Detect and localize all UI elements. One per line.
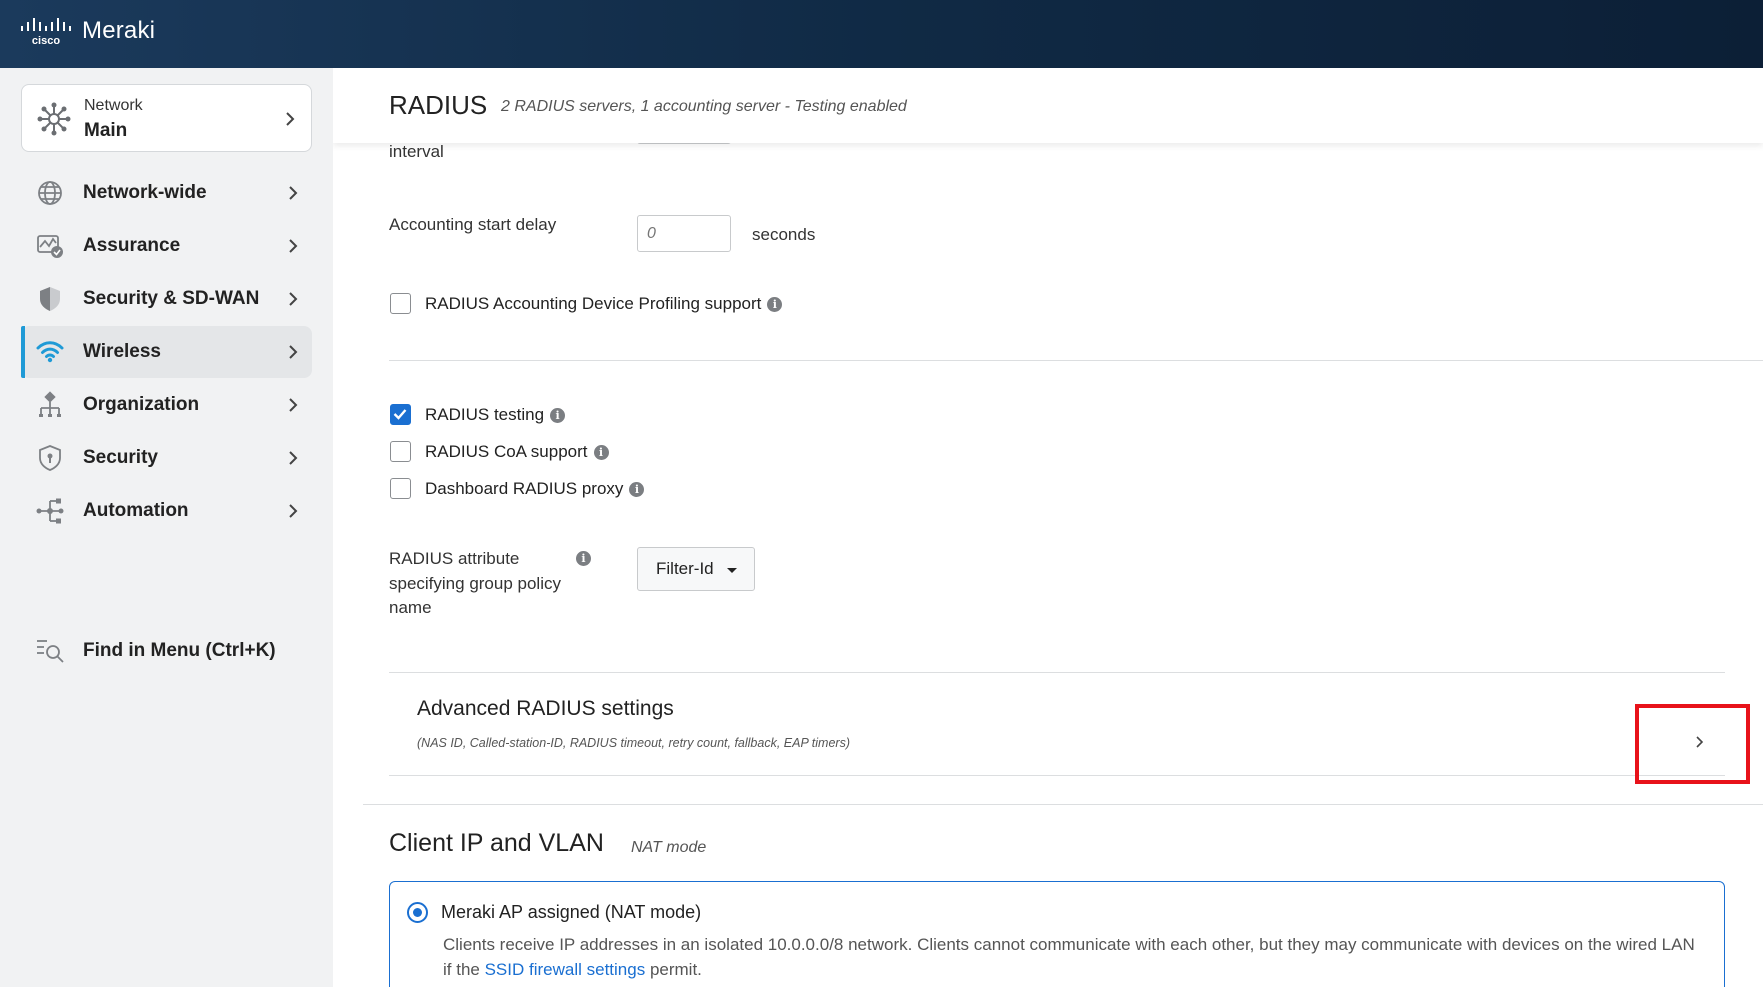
- sidebar-item-security[interactable]: Security: [21, 432, 312, 484]
- chevron-right-icon: [286, 398, 300, 412]
- nat-mode-title: Meraki AP assigned (NAT mode): [441, 902, 702, 922]
- chevron-right-icon: [286, 345, 300, 359]
- caret-down-icon: [727, 568, 737, 573]
- section-divider: [363, 804, 1763, 805]
- radius-proxy-label: Dashboard RADIUS proxy i: [425, 479, 645, 499]
- organization-icon: [35, 391, 65, 419]
- advanced-radius-subtitle: (NAS ID, Called-station-ID, RADIUS timeo…: [417, 736, 850, 750]
- find-in-menu-label: Find in Menu (Ctrl+K): [83, 640, 276, 661]
- meraki-logo[interactable]: cisco Meraki: [20, 16, 155, 46]
- divider: [389, 775, 1725, 776]
- section-sticky-header: RADIUS 2 RADIUS servers, 1 accounting se…: [333, 68, 1763, 143]
- interval-label: interval: [389, 142, 444, 161]
- divider: [389, 672, 1725, 673]
- sidebar-item-security-sd-wan[interactable]: Security & SD-WAN: [21, 273, 312, 325]
- radius-proxy-text: Dashboard RADIUS proxy: [425, 479, 624, 498]
- sidebar-item-label: Organization: [83, 394, 200, 415]
- radius-coa-checkbox[interactable]: [390, 441, 411, 462]
- cisco-logo-icon: cisco: [20, 16, 72, 46]
- sidebar-item-wireless[interactable]: Wireless: [21, 326, 312, 378]
- page-title: RADIUS: [389, 90, 488, 120]
- nat-mode-description: Clients receive IP addresses in an isola…: [443, 932, 1703, 982]
- wifi-icon: [35, 338, 65, 366]
- security-shield-icon: [35, 444, 65, 472]
- sidebar-item-label: Network-wide: [83, 182, 207, 203]
- cisco-wordmark: cisco: [32, 35, 60, 46]
- main-content: RADIUS 2 RADIUS servers, 1 accounting se…: [333, 68, 1763, 987]
- info-icon[interactable]: i: [593, 444, 609, 460]
- radius-coa-label: RADIUS CoA support i: [425, 442, 609, 462]
- device-profiling-text: RADIUS Accounting Device Profiling suppo…: [425, 294, 762, 313]
- chevron-right-icon: [283, 112, 297, 126]
- sidebar-item-label: Wireless: [83, 341, 161, 362]
- shield-half-icon: [35, 285, 65, 313]
- chevron-right-icon: [286, 292, 300, 306]
- brand-name: Meraki: [82, 17, 156, 44]
- network-label: Network: [84, 97, 143, 114]
- nat-mode-radio[interactable]: [407, 902, 428, 923]
- info-icon[interactable]: i: [629, 481, 645, 497]
- accounting-start-delay-input[interactable]: [637, 215, 731, 252]
- device-profiling-label: RADIUS Accounting Device Profiling suppo…: [425, 294, 783, 314]
- accounting-start-delay-label: Accounting start delay: [389, 215, 557, 234]
- sidebar: Network Main Network-wide Assurance Secu…: [0, 68, 333, 987]
- advanced-radius-title: Advanced RADIUS settings: [417, 697, 674, 720]
- group-policy-attr-label-2: specifying group policy: [389, 574, 561, 593]
- find-in-menu-button[interactable]: Find in Menu (Ctrl+K): [21, 630, 312, 670]
- sidebar-item-organization[interactable]: Organization: [21, 379, 312, 431]
- group-policy-attr-label-3: name: [389, 598, 432, 617]
- info-icon[interactable]: i: [767, 296, 783, 312]
- sidebar-item-label: Security & SD-WAN: [83, 288, 260, 309]
- divider: [389, 360, 1763, 361]
- chevron-right-icon: [286, 239, 300, 253]
- nat-mode-option[interactable]: Meraki AP assigned (NAT mode) Clients re…: [389, 881, 1725, 987]
- radius-coa-text: RADIUS CoA support: [425, 442, 588, 461]
- chevron-right-icon: [286, 451, 300, 465]
- sidebar-item-label: Automation: [83, 500, 189, 521]
- device-profiling-checkbox[interactable]: [390, 293, 411, 314]
- radius-testing-text: RADIUS testing: [425, 405, 545, 424]
- automation-icon: [35, 497, 65, 525]
- sidebar-item-label: Assurance: [83, 235, 181, 256]
- sidebar-item-network-wide[interactable]: Network-wide: [21, 167, 312, 219]
- info-icon[interactable]: i: [576, 551, 591, 566]
- network-wide-icon: [35, 179, 65, 207]
- seconds-unit: seconds: [752, 225, 816, 244]
- chevron-right-icon: [286, 504, 300, 518]
- network-selector[interactable]: Network Main: [21, 84, 312, 152]
- radius-testing-label: RADIUS testing i: [425, 405, 566, 425]
- network-name: Main: [84, 120, 128, 141]
- sidebar-item-assurance[interactable]: Assurance: [21, 220, 312, 272]
- client-ip-vlan-subtitle: NAT mode: [631, 839, 707, 856]
- chevron-right-icon: [286, 186, 300, 200]
- highlight-box: [1635, 704, 1750, 784]
- info-icon[interactable]: i: [550, 407, 566, 423]
- group-policy-attr-dropdown[interactable]: Filter-Id: [637, 547, 755, 591]
- sidebar-item-label: Security: [83, 447, 158, 468]
- menu-search-icon: [35, 636, 65, 664]
- assurance-icon: [35, 232, 65, 260]
- radius-testing-checkbox[interactable]: [390, 404, 411, 425]
- network-hub-icon: [36, 101, 72, 137]
- dropdown-value: Filter-Id: [656, 559, 714, 578]
- client-ip-vlan-title: Client IP and VLAN: [389, 829, 604, 857]
- group-policy-attr-label-1: RADIUS attribute: [389, 549, 520, 568]
- nat-mode-desc-tail: permit.: [645, 960, 702, 979]
- ssid-firewall-settings-link[interactable]: SSID firewall settings: [485, 960, 646, 979]
- radius-proxy-checkbox[interactable]: [390, 478, 411, 499]
- top-bar: cisco Meraki: [0, 0, 1763, 68]
- sidebar-item-automation[interactable]: Automation: [21, 485, 312, 537]
- page-subtitle: 2 RADIUS servers, 1 accounting server - …: [501, 98, 907, 115]
